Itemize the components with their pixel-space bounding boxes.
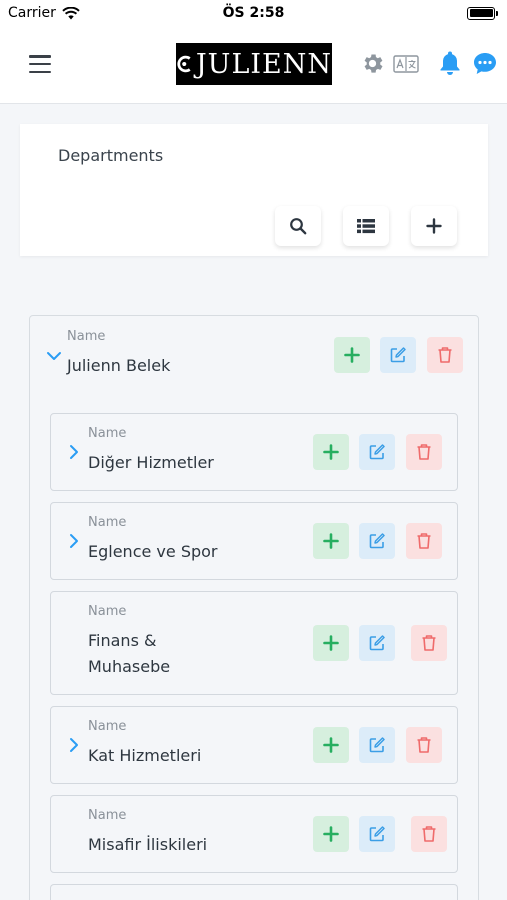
- trash-icon: [417, 737, 431, 753]
- add-child-button[interactable]: [313, 434, 349, 470]
- root-name-label: Name: [67, 329, 106, 344]
- edit-button[interactable]: [359, 434, 395, 470]
- trash-icon: [417, 533, 431, 549]
- trash-icon: [438, 347, 452, 363]
- plus-icon: [323, 533, 339, 549]
- delete-button[interactable]: [406, 523, 442, 559]
- bell-icon[interactable]: [438, 50, 462, 76]
- add-department-button[interactable]: [411, 206, 457, 246]
- edit-button[interactable]: [380, 337, 416, 373]
- departments-panel: Departments: [20, 124, 488, 256]
- list-view-button[interactable]: [343, 206, 389, 246]
- add-child-button[interactable]: [313, 625, 349, 661]
- department-name: Diğer Hizmetler: [88, 453, 214, 472]
- edit-button[interactable]: [359, 625, 395, 661]
- name-label: Name: [88, 515, 127, 530]
- edit-icon: [390, 347, 406, 363]
- edit-button[interactable]: [359, 816, 395, 852]
- plus-icon: [426, 218, 442, 234]
- plus-icon: [323, 444, 339, 460]
- chat-icon[interactable]: [472, 51, 498, 76]
- name-label: Name: [88, 719, 127, 734]
- search-button[interactable]: [275, 206, 321, 246]
- plus-icon: [323, 635, 339, 651]
- edit-button[interactable]: [359, 727, 395, 763]
- carrier-label: Carrier: [8, 5, 56, 21]
- search-icon: [290, 218, 307, 235]
- gear-icon[interactable]: [360, 51, 385, 76]
- delete-button[interactable]: [406, 434, 442, 470]
- wifi-icon: [62, 6, 80, 19]
- plus-icon: [323, 737, 339, 753]
- edit-icon: [369, 444, 385, 460]
- edit-icon: [369, 737, 385, 753]
- delete-button[interactable]: [411, 816, 447, 852]
- battery-icon: [467, 6, 498, 20]
- name-label: Name: [88, 604, 127, 619]
- department-name: Eglence ve Spor: [88, 542, 218, 561]
- list-item: Name Finans & Muhasebe: [50, 591, 458, 695]
- department-name: Kat Hizmetleri: [88, 746, 202, 765]
- list-item: Name Kat Hizmetleri: [50, 706, 458, 784]
- status-bar: Carrier ÖS 2:58: [0, 0, 507, 26]
- department-name-line2: Muhasebe: [88, 657, 171, 676]
- chevron-right-icon[interactable]: [68, 533, 80, 549]
- trash-icon: [422, 635, 436, 651]
- chevron-right-icon[interactable]: [68, 737, 80, 753]
- edit-button[interactable]: [359, 523, 395, 559]
- add-child-button[interactable]: [313, 523, 349, 559]
- department-name: Misafir İliskileri: [88, 835, 208, 854]
- add-child-button[interactable]: [313, 816, 349, 852]
- chevron-right-icon[interactable]: [68, 444, 80, 460]
- add-child-button[interactable]: [334, 337, 370, 373]
- edit-icon: [369, 635, 385, 651]
- department-name-line1: Finans &: [88, 631, 157, 650]
- department-tree: Name Julienn Belek Name Diğer Hizmetler …: [29, 315, 479, 900]
- delete-button[interactable]: [411, 625, 447, 661]
- menu-icon[interactable]: [29, 55, 51, 73]
- logo-text: JULIENN: [195, 48, 332, 80]
- plus-icon: [344, 347, 360, 363]
- page-title: Departments: [58, 146, 164, 165]
- list-item: Name Eglence ve Spor: [50, 502, 458, 580]
- root-name: Julienn Belek: [67, 356, 171, 375]
- list-item: Name Diğer Hizmetler: [50, 413, 458, 491]
- logo: JULIENN: [176, 43, 332, 85]
- name-label: Name: [88, 808, 127, 823]
- list-icon: [357, 219, 375, 234]
- edit-icon: [369, 826, 385, 842]
- delete-button[interactable]: [427, 337, 463, 373]
- logo-mark-icon: [177, 55, 191, 73]
- edit-icon: [369, 533, 385, 549]
- list-item: Name Misafir İliskileri: [50, 795, 458, 873]
- name-label: Name: [88, 426, 127, 441]
- app-header: JULIENN: [0, 26, 507, 104]
- delete-button[interactable]: [406, 727, 442, 763]
- translate-icon[interactable]: [393, 55, 419, 73]
- trash-icon: [417, 444, 431, 460]
- plus-icon: [323, 826, 339, 842]
- add-child-button[interactable]: [313, 727, 349, 763]
- list-item: [50, 884, 458, 900]
- trash-icon: [422, 826, 436, 842]
- chevron-down-icon[interactable]: [46, 350, 62, 362]
